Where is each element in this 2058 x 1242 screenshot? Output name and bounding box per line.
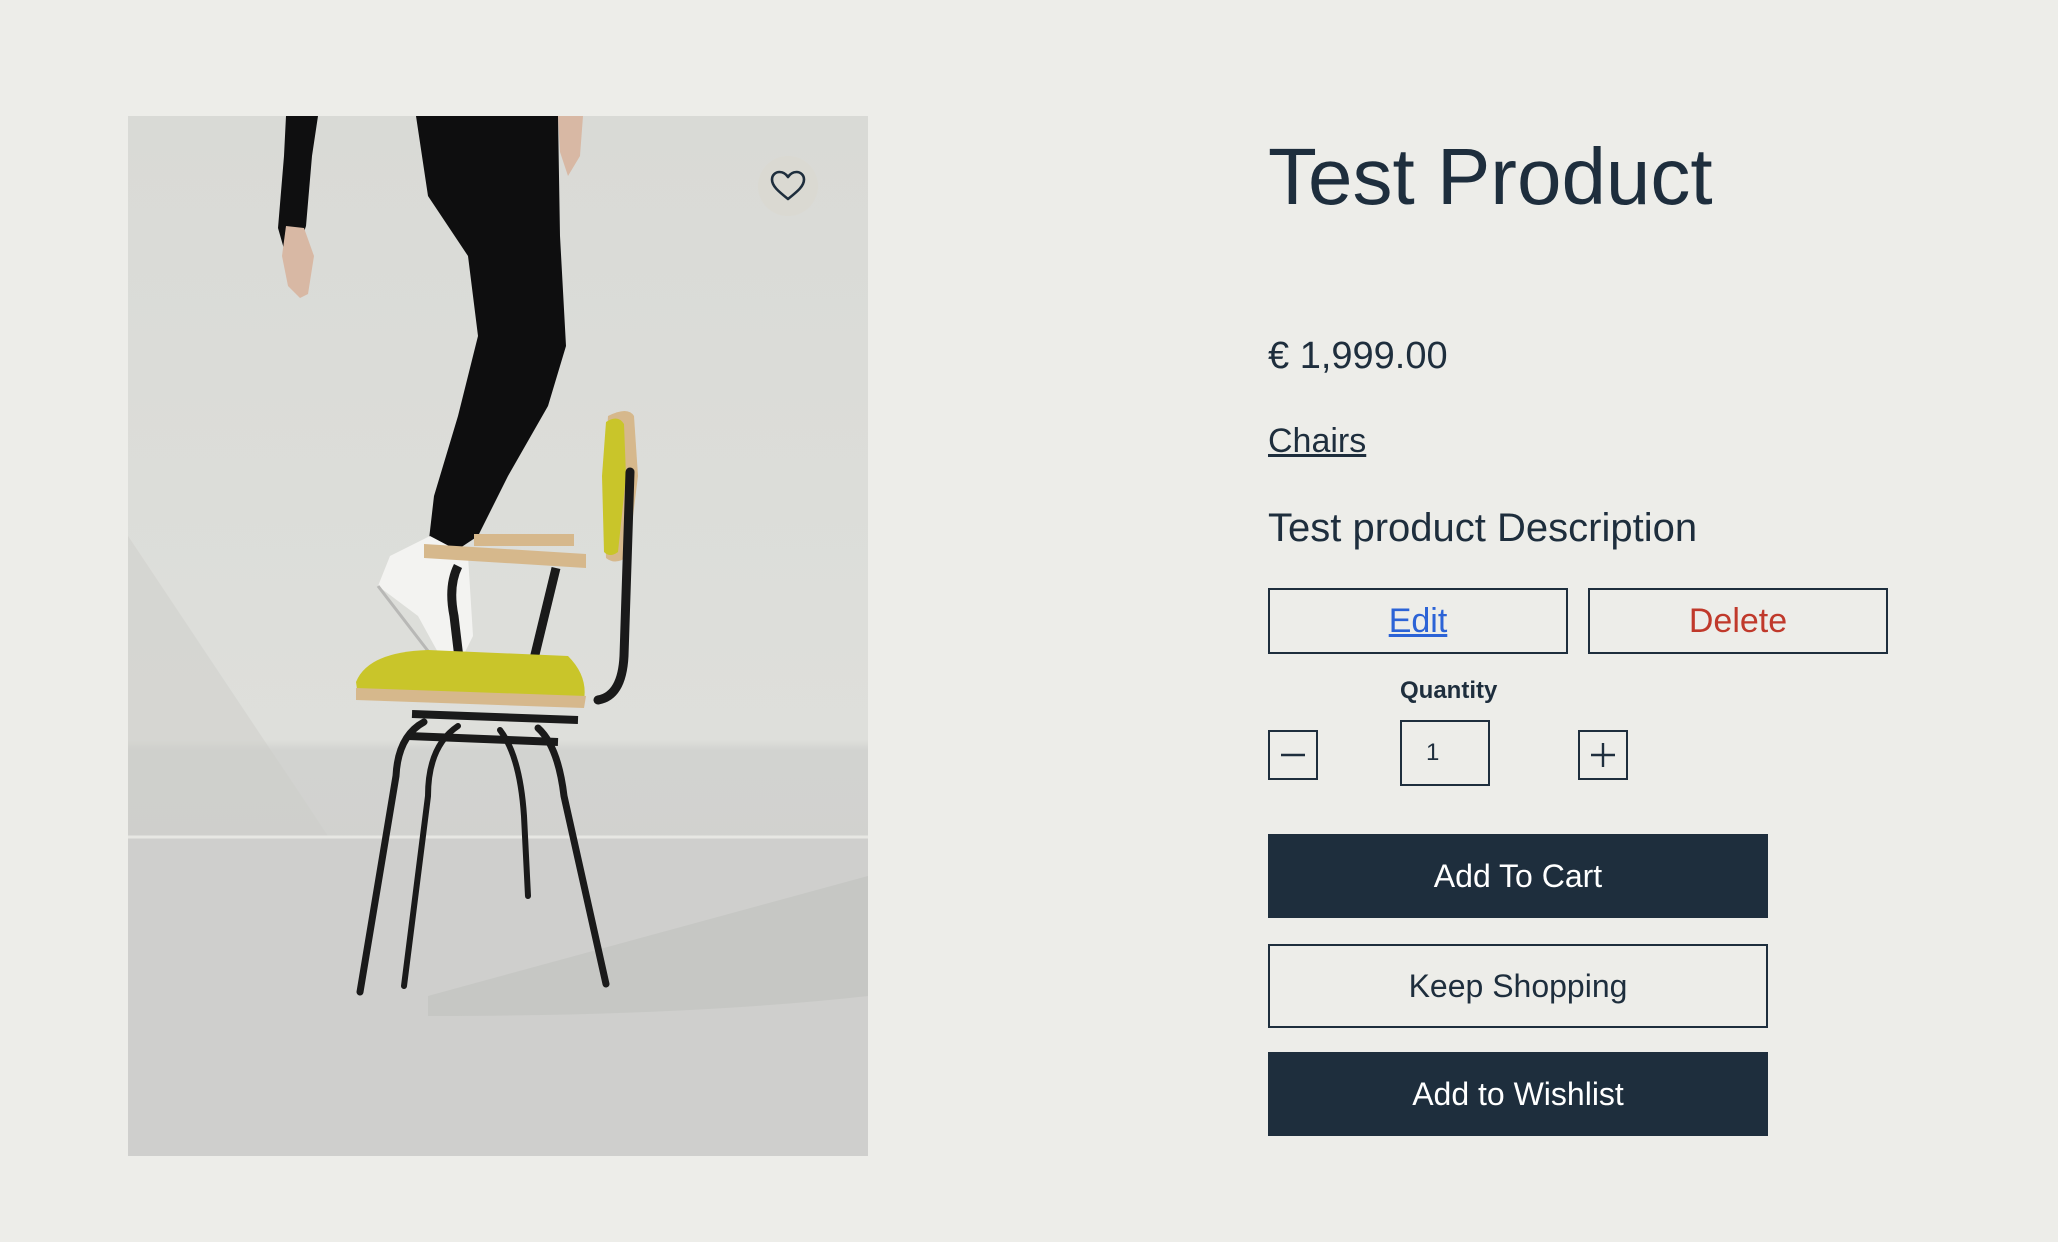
product-title: Test Product [1268,132,1713,221]
add-to-cart-button[interactable]: Add To Cart [1268,834,1768,918]
add-to-wishlist-button[interactable]: Add to Wishlist [1268,1052,1768,1136]
plus-icon [1591,743,1615,767]
product-price: € 1,999.00 [1268,335,1448,377]
edit-button[interactable]: Edit [1268,588,1568,654]
delete-button-label: Delete [1688,601,1788,640]
quantity-input[interactable] [1400,720,1490,786]
delete-button[interactable]: Delete [1588,588,1888,654]
product-photo-illustration [128,116,868,1156]
edit-button-label: Edit [1388,601,1448,640]
increase-quantity-button[interactable] [1578,730,1628,780]
product-image [128,116,868,1156]
product-description: Test product Description [1268,506,1698,550]
minus-icon [1281,753,1305,757]
category-link[interactable]: Chairs [1268,418,1366,464]
quantity-label: Quantity [1400,677,1498,704]
decrease-quantity-button[interactable] [1268,730,1318,780]
keep-shopping-button[interactable]: Keep Shopping [1268,944,1768,1028]
heart-icon [770,170,806,201]
wishlist-heart-button[interactable] [758,156,818,216]
